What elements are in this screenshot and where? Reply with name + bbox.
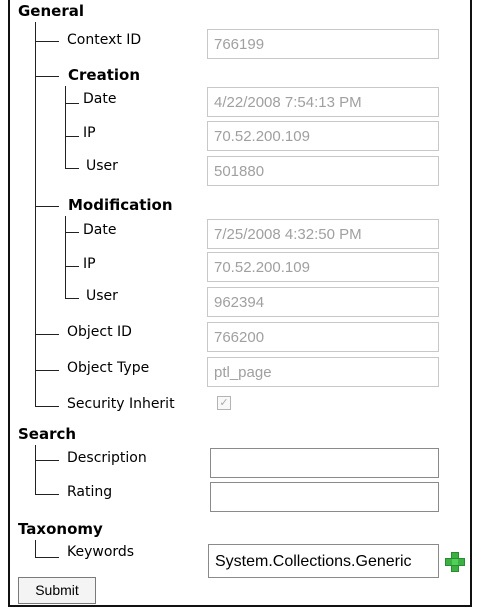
keywords-label: Keywords — [67, 544, 135, 560]
security-inherit-label: Security Inherit — [67, 396, 175, 412]
context-id-field: 766199 — [207, 29, 439, 59]
tree-branch — [35, 334, 59, 335]
submit-button[interactable]: Submit — [18, 577, 96, 604]
tree-branch — [65, 168, 79, 169]
tree-branch — [35, 41, 59, 42]
tree-branch — [35, 494, 59, 495]
modification-user-field: 962394 — [207, 287, 439, 317]
creation-subheading: Creation — [68, 66, 140, 84]
section-taxonomy-title: Taxonomy — [18, 520, 103, 538]
security-inherit-checkbox: ✓ — [217, 396, 231, 410]
creation-user-label: User — [86, 158, 118, 174]
add-keyword-plus-icon[interactable] — [445, 552, 465, 572]
tree-branch — [35, 76, 59, 77]
creation-date-label: Date — [83, 91, 117, 107]
description-input[interactable] — [210, 448, 439, 478]
tree-branch — [35, 370, 59, 371]
modification-user-label: User — [86, 288, 118, 304]
tree-branch — [35, 406, 59, 407]
section-search-title: Search — [18, 425, 77, 443]
section-general-title: General — [18, 2, 84, 20]
modification-ip-field: 70.52.200.109 — [207, 252, 439, 282]
rating-input[interactable] — [210, 482, 439, 512]
description-label: Description — [67, 450, 147, 466]
tree-branch — [65, 103, 79, 104]
creation-date-field: 4/22/2008 7:54:13 PM — [207, 87, 439, 117]
tree-line-search — [35, 445, 36, 494]
creation-ip-field: 70.52.200.109 — [207, 121, 439, 151]
modification-ip-label: IP — [83, 256, 96, 272]
keywords-input[interactable]: System.Collections.Generic — [208, 544, 439, 578]
tree-line-modification — [65, 216, 66, 298]
creation-user-field: 501880 — [207, 156, 439, 186]
context-id-label: Context ID — [67, 32, 142, 48]
object-type-label: Object Type — [67, 360, 150, 376]
object-id-label: Object ID — [67, 324, 132, 340]
creation-ip-label: IP — [83, 125, 96, 141]
tree-branch — [65, 298, 79, 299]
modification-date-label: Date — [83, 222, 117, 238]
modification-subheading: Modification — [68, 196, 173, 214]
tree-branch — [35, 206, 59, 207]
object-id-field: 766200 — [207, 322, 439, 352]
modification-date-field: 7/25/2008 4:32:50 PM — [207, 219, 439, 249]
tree-branch — [35, 557, 59, 558]
tree-line-creation — [65, 86, 66, 168]
tree-branch — [65, 266, 79, 267]
tree-line-general — [35, 22, 36, 406]
tree-branch — [35, 460, 59, 461]
tree-branch — [65, 136, 79, 137]
rating-label: Rating — [67, 484, 113, 500]
object-type-field: ptl_page — [207, 357, 439, 387]
tree-branch — [65, 232, 79, 233]
tree-line-taxonomy — [35, 540, 36, 557]
